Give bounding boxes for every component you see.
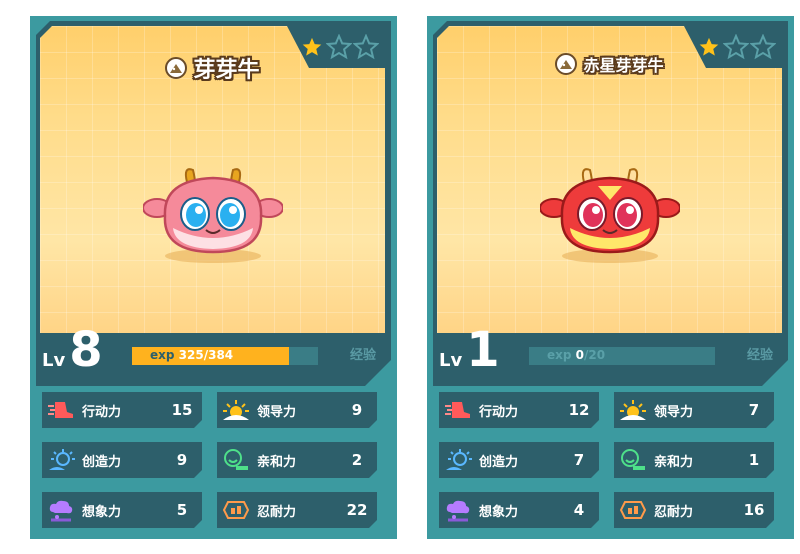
- pet-card-left[interactable]: 芽芽牛 Lv 8 exp 325/384 经验 行动力 15 领导力 9 创造力…: [30, 16, 397, 539]
- stat-label: 领导力: [257, 404, 297, 420]
- stat-leadership: 领导力 9: [217, 392, 377, 428]
- level-bar: Lv 1 exp 0/20 经验: [437, 326, 777, 376]
- stat-affinity: 亲和力 2: [217, 442, 377, 478]
- endurance-icon: [618, 496, 648, 524]
- stat-endurance: 忍耐力 22: [217, 492, 377, 528]
- lightbulb-icon: [443, 446, 473, 474]
- pet-name-row: 芽芽牛: [40, 52, 385, 84]
- stat-value: 22: [346, 501, 368, 519]
- exp-tag: 经验: [349, 348, 376, 363]
- endurance-icon: [221, 496, 251, 524]
- pet-name-row: 赤星芽芽牛: [437, 52, 782, 76]
- stat-value: 4: [573, 501, 585, 519]
- exp-tag: 经验: [746, 348, 773, 363]
- stat-label: 亲和力: [257, 454, 297, 470]
- stat-value: 7: [573, 451, 585, 469]
- pet-artwork-panel: 赤星芽芽牛: [437, 26, 782, 333]
- stat-value: 2: [351, 451, 363, 469]
- pet-sprite-pink-calf: [142, 168, 283, 263]
- pet-name: 赤星芽芽牛: [583, 56, 664, 75]
- exp-max: /20: [584, 348, 606, 362]
- level-label: Lv: [439, 349, 463, 371]
- stat-value: 9: [351, 401, 363, 419]
- sunrise-icon: [618, 396, 648, 424]
- exp-max: /384: [203, 348, 234, 362]
- stat-label: 忍耐力: [654, 504, 694, 520]
- stat-label: 创造力: [479, 454, 519, 470]
- smile-face-icon: [221, 446, 251, 474]
- level-bar: Lv 8 exp 325/384 经验: [40, 326, 380, 376]
- stat-label: 亲和力: [654, 454, 694, 470]
- stat-affinity: 亲和力 1: [614, 442, 774, 478]
- exp-progress-bar: exp 325/384: [132, 347, 318, 365]
- level-number: 8: [69, 322, 103, 378]
- thought-cloud-icon: [46, 496, 76, 524]
- stat-creativity: 创造力 7: [439, 442, 599, 478]
- stat-creativity: 创造力 9: [42, 442, 202, 478]
- stat-label: 想象力: [82, 504, 122, 520]
- stat-imagination: 想象力 4: [439, 492, 599, 528]
- exp-progress-bar: exp 0/20: [529, 347, 715, 365]
- lightbulb-icon: [46, 446, 76, 474]
- pet-name: 芽芽牛: [193, 58, 260, 83]
- pet-artwork-panel: 芽芽牛: [40, 26, 385, 333]
- exp-current: 0: [575, 348, 585, 362]
- stat-value: 16: [743, 501, 765, 519]
- stat-label: 想象力: [479, 504, 519, 520]
- stat-leadership: 领导力 7: [614, 392, 774, 428]
- exp-current: 325: [178, 348, 204, 362]
- stat-label: 忍耐力: [257, 504, 297, 520]
- pet-sprite-red-calf: [539, 168, 680, 263]
- exp-label: exp: [150, 348, 175, 362]
- stat-imagination: 想象力 5: [42, 492, 202, 528]
- stat-action: 行动力 15: [42, 392, 202, 428]
- stat-label: 领导力: [654, 404, 694, 420]
- stat-label: 创造力: [82, 454, 122, 470]
- pet-card-right[interactable]: 赤星芽芽牛 Lv 1 exp 0/20 经验 行动力 12 领导力 7 创造力 …: [427, 16, 794, 539]
- running-shoe-icon: [443, 396, 473, 424]
- stat-action: 行动力 12: [439, 392, 599, 428]
- stat-label: 行动力: [82, 404, 122, 420]
- exp-text: exp 325/384: [150, 348, 233, 362]
- stat-value: 5: [176, 501, 188, 519]
- stat-value: 15: [171, 401, 193, 419]
- stat-endurance: 忍耐力 16: [614, 492, 774, 528]
- element-type-icon: [555, 53, 578, 75]
- sunrise-icon: [221, 396, 251, 424]
- stat-value: 9: [176, 451, 188, 469]
- level-label: Lv: [42, 349, 66, 371]
- stat-label: 行动力: [479, 404, 519, 420]
- smile-face-icon: [618, 446, 648, 474]
- stat-value: 1: [748, 451, 760, 469]
- exp-text: exp 0/20: [547, 348, 605, 362]
- element-type-icon: [165, 57, 188, 79]
- thought-cloud-icon: [443, 496, 473, 524]
- level-number: 1: [466, 322, 500, 378]
- exp-label: exp: [547, 348, 572, 362]
- stat-value: 7: [748, 401, 760, 419]
- running-shoe-icon: [46, 396, 76, 424]
- stat-value: 12: [568, 401, 590, 419]
